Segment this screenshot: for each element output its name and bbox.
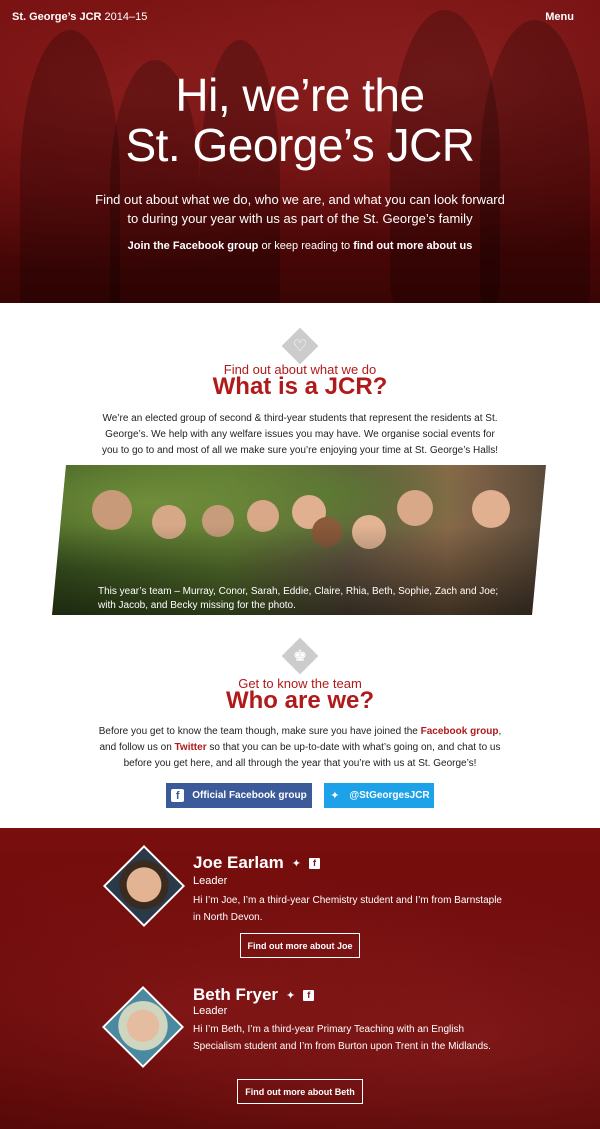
join-facebook-link[interactable]: Join the Facebook group <box>128 240 259 252</box>
site-brand[interactable]: St. George’s JCR 2014–15 <box>12 11 147 23</box>
avatar <box>101 985 185 1069</box>
member-bio: Hi I’m Beth, I’m a third-year Primary Te… <box>193 1024 491 1052</box>
find-out-more-joe-button[interactable]: Find out more about Joe <box>240 933 360 958</box>
who-body-text1: Before you get to know the team though, … <box>98 726 421 737</box>
hero-title: Hi, we’re the St. George’s JCR <box>0 70 600 170</box>
twitter-button-label: @StGeorgesJCR <box>349 790 430 801</box>
twitter-icon[interactable]: ✦ <box>286 989 295 1002</box>
hero-title-line1: Hi, we’re the <box>175 69 425 121</box>
member-role: Leader <box>193 1005 228 1017</box>
hero-title-line2: St. George’s JCR <box>125 119 475 171</box>
facebook-icon[interactable]: f <box>308 857 320 869</box>
what-body: We’re an elected group of second & third… <box>101 413 499 456</box>
what-title: What is a JCR? <box>212 373 388 400</box>
brand-year: 2014–15 <box>104 11 148 23</box>
hero-cta-text: or keep reading to <box>258 240 354 252</box>
twitter-icon[interactable]: ✦ <box>292 857 301 870</box>
facebook-group-button[interactable]: f Official Facebook group <box>166 783 312 808</box>
heart-icon: ♡ <box>292 338 308 355</box>
facebook-group-link[interactable]: Facebook group <box>421 726 499 737</box>
team-photo-caption: This year’s team – Murray, Conor, Sarah,… <box>98 586 499 611</box>
twitter-link[interactable]: Twitter <box>175 742 207 753</box>
member-name: Joe Earlam ✦ f <box>193 853 320 873</box>
hero-section: St. George’s JCR 2014–15 Menu Hi, we’re … <box>0 0 600 303</box>
who-body: Before you get to know the team though, … <box>98 724 502 772</box>
member-name-text: Joe Earlam <box>193 853 284 872</box>
member-role: Leader <box>193 875 228 887</box>
facebook-icon[interactable]: f <box>303 989 315 1001</box>
facebook-button-label: Official Facebook group <box>192 790 307 801</box>
who-title: Who are we? <box>225 687 375 714</box>
hero-cta: Join the Facebook group or keep reading … <box>0 240 600 252</box>
avatar <box>102 844 186 928</box>
member-bio: Hi I’m Joe, I’m a third-year Chemistry s… <box>193 895 502 923</box>
hero-lead: Find out about what we do, who we are, a… <box>95 192 505 226</box>
twitter-icon: ✦ <box>330 790 340 802</box>
find-out-more-link[interactable]: find out more about us <box>353 240 472 252</box>
find-out-more-beth-button[interactable]: Find out more about Beth <box>237 1079 363 1104</box>
twitter-button[interactable]: ✦ @StGeorgesJCR <box>324 783 434 808</box>
group-icon: ♚ <box>292 648 308 665</box>
brand-name: St. George’s JCR <box>12 11 102 23</box>
team-members-section: Joe Earlam ✦ f Leader Hi I’m Joe, I’m a … <box>0 828 600 1129</box>
member-name-text: Beth Fryer <box>193 985 279 1004</box>
member-name: Beth Fryer ✦ f <box>193 985 315 1005</box>
menu-button[interactable]: Menu <box>545 11 574 23</box>
facebook-icon: f <box>171 789 185 802</box>
